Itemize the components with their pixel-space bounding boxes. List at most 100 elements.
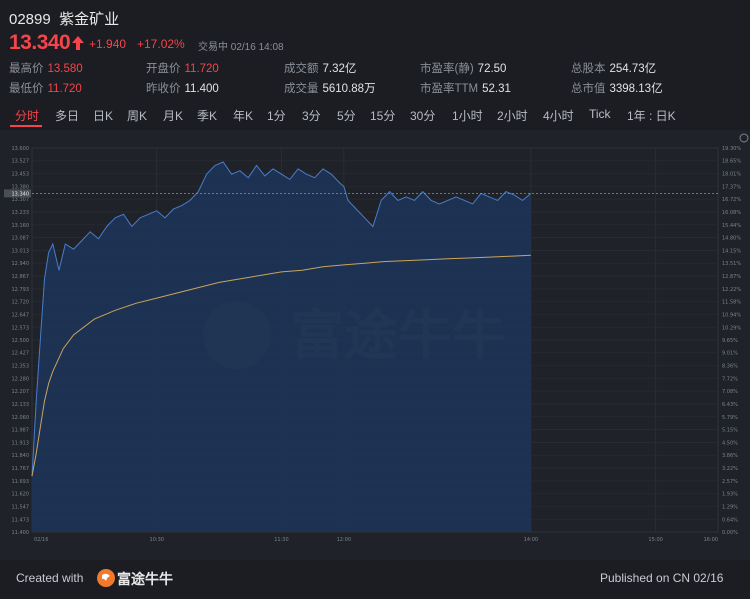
stat-value: 254.73亿 [609,63,657,75]
y-tick-right-label: 12.22% [722,287,741,293]
footer: Created with 富途牛牛 Published on CN 02/16 [0,560,750,599]
y-tick-right-label: 16.08% [722,210,741,216]
y-tick-right-label: 8.36% [722,364,738,370]
y-tick-label: 11.987 [12,428,30,434]
y-tick-right-label: 7.72% [722,376,738,382]
tab-13[interactable]: 2小时 [497,107,528,124]
y-tick-right-label: 16.72% [722,197,741,203]
stat-value: 11.720 [184,63,219,75]
tab-12[interactable]: 1小时 [452,107,483,124]
y-tick-label: 11.767 [12,466,30,472]
last-price: 13.340 [9,31,71,54]
stat-value: 52.31 [482,83,511,95]
stat-item: 开盘价 11.720 [146,60,219,76]
y-tick-right-label: 10.94% [722,312,741,318]
y-tick-label: 11.400 [12,530,30,536]
stat-value: 72.50 [477,63,507,75]
stat-label: 最低价 [9,83,44,95]
tab-14[interactable]: 4小时 [543,107,574,124]
y-tick-label: 12.720 [12,300,30,306]
stat-label: 成交额 [284,63,319,75]
y-tick-right-label: 0.00% [722,530,738,536]
y-tick-right-label: 1.93% [722,492,738,498]
y-tick-right-label: 19.30% [722,146,741,152]
y-tick-label: 12.793 [12,287,30,293]
x-tick-label: 12:00 [337,537,351,543]
stat-label: 总市值 [571,83,606,95]
stock-name: 紫金矿业 [59,11,120,28]
stat-item: 市盈率(静) 72.50 [420,60,506,76]
y-tick-right-label: 2.57% [722,479,738,485]
stat-label: 昨收价 [146,83,181,95]
tab-2[interactable]: 日K [93,107,113,124]
y-tick-label: 13.087 [12,236,30,242]
stat-item: 总市值 3398.13亿 [571,80,663,96]
x-tick-label: 16:00 [704,537,718,543]
y-tick-label: 13.233 [12,210,30,216]
stat-item: 成交额 7.32亿 [284,60,356,76]
stock-title: 02899 紫金矿业 [9,8,119,29]
x-tick-label: 15:00 [648,537,662,543]
intraday-chart: 13.600 19.30% 13.527 18.65% 13.453 18.01% 13.3… [0,130,750,560]
tab-0[interactable]: 分时 [15,107,39,124]
tab-6[interactable]: 年K [233,107,253,124]
y-tick-right-label: 14.15% [722,248,741,254]
tab-7[interactable]: 1分 [267,107,286,124]
y-tick-label: 12.500 [12,338,30,344]
y-tick-label: 12.573 [12,325,30,331]
tab-15[interactable]: Tick [589,107,611,121]
y-tick-right-label: 7.08% [722,389,738,395]
stat-item: 昨收价 11.400 [146,80,219,96]
stat-value: 5610.88万 [322,83,376,95]
stock-code: 02899 [9,11,51,28]
tab-10[interactable]: 15分 [370,107,395,124]
tab-4[interactable]: 月K [163,107,183,124]
y-tick-right-label: 9.01% [722,351,738,357]
y-tick-label: 12.353 [12,364,30,370]
stat-item: 市盈率TTM 52.31 [420,80,511,96]
price-change: +1.940 [89,37,127,51]
y-tick-right-label: 14.80% [722,236,741,242]
tab-1[interactable]: 多日 [55,107,79,124]
y-tick-right-label: 15.44% [722,223,741,229]
stat-label: 最高价 [9,63,44,75]
y-tick-label: 11.693 [12,479,30,485]
y-tick-right-label: 5.79% [722,415,738,421]
x-tick-label: 14:00 [524,537,538,543]
y-tick-label: 11.913 [12,440,30,446]
y-tick-label: 12.867 [12,274,30,280]
tab-9[interactable]: 5分 [337,107,356,124]
tab-8[interactable]: 3分 [302,107,321,124]
tab-5[interactable]: 季K [197,107,217,124]
y-tick-label: 12.280 [12,376,30,382]
futu-logo-icon [97,569,115,587]
y-tick-right-label: 9.65% [722,338,738,344]
price-change-percent: +17.02% [137,37,185,51]
x-tick-label: 11:30 [274,537,288,543]
y-tick-label: 12.133 [12,402,30,408]
tab-3[interactable]: 周K [127,107,147,124]
stat-value: 11.400 [184,83,219,95]
y-tick-label: 13.013 [12,248,30,254]
y-tick-label: 12.060 [12,415,30,421]
settings-icon [739,133,749,143]
stat-value: 7.32亿 [322,63,357,75]
trading-status: 交易中 02/16 14:08 [198,42,284,53]
tab-16[interactable]: 1年 : 日K [627,107,676,124]
x-tick-label: 10:30 [150,537,164,543]
y-tick-label: 12.427 [12,351,30,357]
period-tabs: 分时 多日 日K 周K 月K 季K 年K 1分 3分 5分 15分 30分 1小时 2小时 4小时 Tick 1… [0,101,750,129]
tab-11[interactable]: 30分 [410,107,435,124]
y-tick-right-label: 11.58% [722,300,741,306]
stat-item: 成交量 5610.88万 [284,80,376,96]
y-tick-right-label: 18.01% [722,172,741,178]
x-tick-label: 02/16 [34,537,48,543]
y-tick-right-label: 10.29% [722,325,741,331]
stat-label: 成交量 [284,83,319,95]
stat-label: 市盈率TTM [420,83,479,95]
y-tick-label: 13.600 [12,146,30,152]
y-tick-right-label: 3.22% [722,466,738,472]
y-tick-right-label: 6.43% [722,402,738,408]
y-tick-label: 12.647 [12,312,30,318]
y-tick-right-label: 1.29% [722,504,738,510]
